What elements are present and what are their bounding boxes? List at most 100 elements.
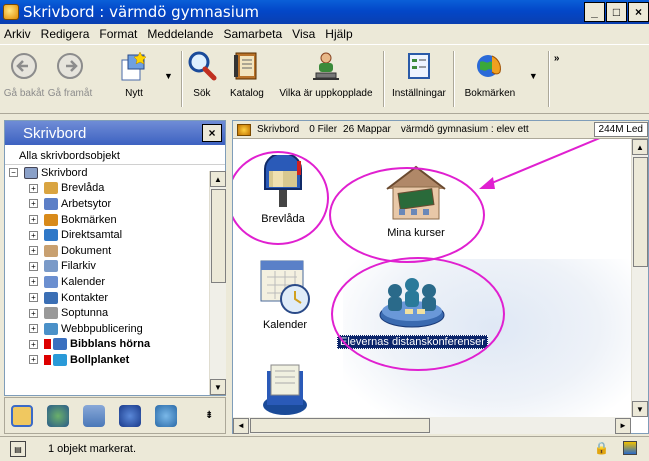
desktop-canvas[interactable]: Brevlåda Mina kurser Kalender Elevernas … bbox=[233, 139, 631, 417]
shortcut-overflow-icon[interactable]: ⇟ bbox=[205, 410, 213, 421]
tree-item[interactable]: + Brevlåda bbox=[5, 181, 225, 197]
whos-online-button[interactable]: Vilka är uppkopplade bbox=[273, 49, 379, 111]
expand-icon[interactable]: + bbox=[29, 355, 38, 365]
file-count: 0 Filer bbox=[309, 124, 338, 135]
settings-button[interactable]: Inställningar bbox=[389, 49, 449, 111]
search-label: Sök bbox=[193, 88, 211, 99]
conference-shortcut-icon[interactable] bbox=[155, 404, 177, 427]
calendar-label: Kalender bbox=[262, 319, 308, 331]
tree-item-label: Kalender bbox=[61, 275, 106, 288]
expand-icon[interactable]: + bbox=[29, 339, 38, 349]
desktop-tree-panel: Skrivbord × Alla skrivbordsobjekt − Skri… bbox=[4, 120, 226, 396]
tree-item[interactable]: + Kontakter bbox=[5, 290, 225, 306]
scroll-thumb[interactable] bbox=[211, 189, 226, 283]
tree-root-skrivbord[interactable]: − Skrivbord bbox=[5, 165, 225, 181]
expand-icon[interactable]: + bbox=[29, 277, 38, 287]
tree-item[interactable]: + Soptunna bbox=[5, 305, 225, 321]
tree-item[interactable]: + Bibblans hörna bbox=[5, 337, 225, 353]
maximize-button[interactable]: □ bbox=[606, 2, 627, 22]
desktop-hscrollbar[interactable]: ◄ ► bbox=[233, 417, 631, 434]
folder-icon bbox=[44, 197, 58, 210]
menu-hjalp[interactable]: Hjälp bbox=[325, 27, 352, 41]
settings-icon bbox=[402, 49, 436, 83]
tree-item[interactable]: + Kalender bbox=[5, 274, 225, 290]
tree-item-label: Bollplanket bbox=[70, 353, 130, 366]
panel-header: Skrivbord × bbox=[5, 121, 225, 145]
expand-icon[interactable]: + bbox=[29, 261, 38, 271]
expand-icon[interactable]: + bbox=[29, 293, 38, 303]
calendar-shortcut-icon[interactable] bbox=[83, 404, 105, 427]
collapse-icon[interactable]: − bbox=[9, 168, 18, 178]
catalog-button[interactable]: Katalog bbox=[221, 49, 273, 111]
calendar-object[interactable]: Kalender bbox=[257, 255, 313, 331]
tree-item[interactable]: + Dokument bbox=[5, 243, 225, 259]
back-button[interactable]: Gå bakåt bbox=[2, 49, 46, 111]
forward-label: Gå framåt bbox=[47, 88, 93, 99]
new-dropdown-icon[interactable]: ▼ bbox=[164, 71, 173, 81]
folder-icon bbox=[53, 353, 67, 366]
bookmarks-label: Bokmärken bbox=[464, 88, 516, 99]
toolbar-separator bbox=[180, 51, 183, 107]
window-title: Skrivbord : värmdö gymnasium bbox=[23, 3, 259, 21]
location-bar: Skrivbord 0 Filer 26 Mappar värmdö gymna… bbox=[233, 121, 648, 139]
expand-icon[interactable]: + bbox=[29, 246, 38, 256]
bookmarks-button[interactable]: Bokmärken bbox=[459, 49, 521, 111]
workspace-shortcut-icon[interactable] bbox=[47, 404, 69, 427]
tree-item[interactable]: + Arbetsytor bbox=[5, 196, 225, 212]
menu-visa[interactable]: Visa bbox=[292, 27, 315, 41]
expand-icon[interactable]: + bbox=[29, 324, 38, 334]
scroll-down-icon[interactable]: ▼ bbox=[210, 379, 226, 395]
tree-item-label: Arbetsytor bbox=[61, 197, 112, 210]
scroll-down-icon[interactable]: ▼ bbox=[632, 401, 648, 417]
contacts-shortcut-icon[interactable] bbox=[119, 404, 141, 427]
menu-redigera[interactable]: Redigera bbox=[41, 27, 90, 41]
tree-item-label: Bibblans hörna bbox=[70, 338, 151, 351]
toolbar-separator bbox=[547, 51, 550, 107]
all-objects-filter[interactable]: Alla skrivbordsobjekt bbox=[5, 149, 225, 165]
shortcut-bar: ⇟ bbox=[4, 397, 226, 434]
close-window-button[interactable]: × bbox=[628, 2, 649, 22]
tree-scrollbar[interactable]: ▲ ▼ bbox=[209, 171, 226, 395]
scroll-right-icon[interactable]: ► bbox=[615, 417, 631, 434]
mailbox-shortcut-icon[interactable] bbox=[11, 404, 33, 427]
status-bar: ▤ 1 objekt markerat. 🔒 bbox=[0, 436, 649, 461]
search-button[interactable]: Sök bbox=[187, 49, 217, 111]
hscroll-thumb[interactable] bbox=[250, 418, 430, 433]
menu-samarbeta[interactable]: Samarbeta bbox=[223, 27, 282, 41]
tree-item-label: Dokument bbox=[61, 244, 112, 257]
menu-meddelande[interactable]: Meddelande bbox=[147, 27, 213, 41]
tree-item[interactable]: + Bollplanket bbox=[5, 352, 225, 368]
expand-icon[interactable]: + bbox=[29, 215, 38, 225]
folder-tree: − Skrivbord + Brevlåda + Arbetsytor + Bokmärk… bbox=[5, 165, 225, 368]
bookmarks-dropdown-icon[interactable]: ▼ bbox=[529, 71, 538, 81]
rolodex-icon bbox=[263, 364, 307, 415]
forward-arrow-icon bbox=[53, 49, 87, 83]
expand-icon[interactable]: + bbox=[29, 308, 38, 318]
toolbar-separator bbox=[452, 51, 455, 107]
rolodex-object[interactable] bbox=[259, 359, 311, 417]
toolbar-overflow-icon[interactable]: » bbox=[554, 53, 560, 64]
panel-close-button[interactable]: × bbox=[202, 124, 222, 142]
new-button[interactable]: Nytt bbox=[104, 49, 164, 111]
network-status-icon[interactable] bbox=[623, 441, 637, 455]
expand-icon[interactable]: + bbox=[29, 199, 38, 209]
tree-item-label: Brevlåda bbox=[61, 182, 105, 195]
menu-arkiv[interactable]: Arkiv bbox=[4, 27, 31, 41]
forward-button[interactable]: Gå framåt bbox=[46, 49, 94, 111]
desktop-vscrollbar[interactable]: ▲ ▼ bbox=[631, 139, 648, 417]
scroll-up-icon[interactable]: ▲ bbox=[210, 171, 226, 187]
scroll-up-icon[interactable]: ▲ bbox=[632, 139, 648, 155]
tree-item[interactable]: + Filarkiv bbox=[5, 259, 225, 275]
app-window: Skrivbord : värmdö gymnasium _ □ × Arkiv… bbox=[0, 0, 649, 461]
scroll-left-icon[interactable]: ◄ bbox=[233, 417, 249, 434]
expand-icon[interactable]: + bbox=[29, 183, 38, 193]
minimize-button[interactable]: _ bbox=[584, 2, 605, 22]
tree-item[interactable]: + Direktsamtal bbox=[5, 227, 225, 243]
title-bar[interactable]: Skrivbord : värmdö gymnasium _ □ × bbox=[0, 0, 649, 24]
scroll-thumb[interactable] bbox=[633, 157, 648, 267]
expand-icon[interactable]: + bbox=[29, 230, 38, 240]
menu-format[interactable]: Format bbox=[99, 27, 137, 41]
tree-item[interactable]: + Webbpublicering bbox=[5, 321, 225, 337]
tree-item[interactable]: + Bokmärken bbox=[5, 212, 225, 228]
status-icon[interactable]: ▤ bbox=[10, 441, 26, 457]
